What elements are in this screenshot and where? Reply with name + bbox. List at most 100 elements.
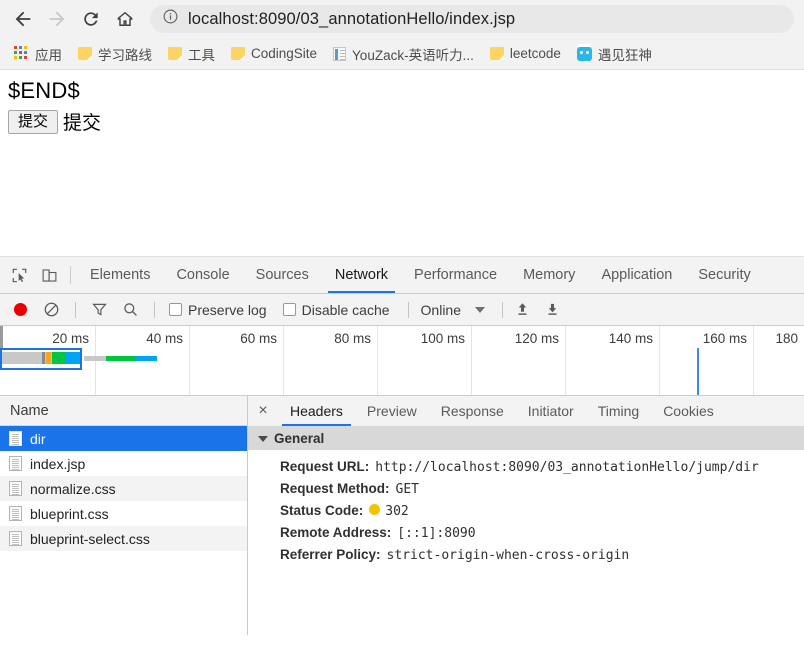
robot-icon — [576, 43, 592, 61]
overview-request-band — [65, 352, 80, 364]
reload-button[interactable] — [74, 2, 108, 36]
tab-performance[interactable]: Performance — [401, 257, 510, 293]
overview-gridline — [283, 326, 284, 395]
close-details-button[interactable]: × — [248, 396, 278, 426]
overview-request-band — [46, 352, 51, 364]
request-list-column-header[interactable]: Name — [0, 396, 247, 426]
browser-toolbar: localhost:8090/03_annotationHello/index.… — [0, 0, 804, 38]
tab-label: Response — [440, 403, 504, 419]
details-tab-initiator[interactable]: Initiator — [516, 396, 586, 426]
bookmark-label: 工具 — [188, 47, 215, 63]
field-referrer-policy: Referrer Policy: strict-origin-when-cros… — [248, 544, 804, 566]
bookmark-label: 遇见狂神 — [597, 47, 652, 63]
tab-security[interactable]: Security — [685, 257, 763, 293]
checkbox-box — [169, 303, 182, 316]
bookmark-folder-study[interactable]: 学习路线 — [72, 42, 158, 66]
tab-label: Timing — [597, 403, 640, 419]
page-viewport: $END$ 提交 提交 — [0, 70, 804, 257]
tab-sources[interactable]: Sources — [243, 257, 322, 293]
dom-content-loaded-marker — [697, 348, 699, 395]
overview-tick-label: 20 ms — [52, 331, 89, 346]
overview-tick-label: 40 ms — [146, 331, 183, 346]
address-bar[interactable]: localhost:8090/03_annotationHello/index.… — [150, 5, 794, 33]
toolbar-divider — [154, 301, 155, 318]
tab-elements[interactable]: Elements — [77, 257, 163, 293]
overview-gridline — [565, 326, 566, 395]
field-request-method: Request Method: GET — [248, 478, 804, 500]
overview-gridline — [189, 326, 190, 395]
folder-icon — [231, 47, 245, 60]
device-toolbar-button[interactable] — [34, 257, 64, 293]
inspect-cursor-icon — [12, 268, 26, 282]
search-button[interactable] — [118, 298, 143, 322]
upload-arrow-icon — [518, 303, 527, 315]
details-tab-preview[interactable]: Preview — [355, 396, 429, 426]
details-tab-headers[interactable]: Headers — [278, 396, 355, 426]
back-button[interactable] — [6, 2, 40, 36]
document-icon — [9, 456, 22, 471]
request-row-blueprint-select-css[interactable]: blueprint-select.css — [0, 526, 247, 551]
request-name: blueprint.css — [30, 505, 109, 522]
network-overview-timeline[interactable]: 20 ms 40 ms 60 ms 80 ms 100 ms 120 ms 14… — [0, 326, 804, 396]
request-row-dir[interactable]: dir — [0, 426, 247, 451]
forward-button[interactable] — [40, 2, 74, 36]
bookmark-youzack[interactable]: YouZack-英语听力... — [327, 42, 480, 66]
field-value: [::1]:8090 — [397, 526, 476, 541]
bookmark-folder-codingsite[interactable]: CodingSite — [225, 42, 323, 66]
general-section-header[interactable]: General — [248, 427, 804, 450]
apps-grid-icon — [14, 46, 29, 61]
details-tab-cookies[interactable]: Cookies — [651, 396, 726, 426]
field-key: Referrer Policy: — [280, 547, 381, 562]
tab-console[interactable]: Console — [163, 257, 242, 293]
bookmark-label: YouZack-英语听力... — [352, 47, 474, 63]
field-key: Request Method: — [280, 481, 390, 496]
request-details-panel: × Headers Preview Response Initiator Tim… — [248, 396, 804, 635]
home-button[interactable] — [108, 2, 142, 36]
bookmark-apps[interactable]: 应用 — [8, 42, 68, 66]
export-har-button[interactable] — [544, 298, 561, 322]
field-remote-address: Remote Address: [::1]:8090 — [248, 522, 804, 544]
tab-label: Application — [601, 267, 673, 283]
overview-request-band — [84, 356, 106, 361]
submit-button[interactable]: 提交 — [8, 109, 59, 134]
bookmark-yujian[interactable]: 遇见狂神 — [571, 42, 658, 66]
field-value: 302 — [385, 504, 409, 519]
chevron-down-icon — [475, 306, 485, 313]
request-row-blueprint-css[interactable]: blueprint.css — [0, 501, 247, 526]
request-name: index.jsp — [30, 455, 86, 472]
info-circle-icon[interactable] — [162, 8, 179, 30]
bookmark-folder-tools[interactable]: 工具 — [162, 42, 221, 66]
clear-icon — [44, 302, 59, 317]
import-har-button[interactable] — [514, 298, 531, 322]
disable-cache-label: Disable cache — [301, 301, 390, 318]
overview-gridline — [471, 326, 472, 395]
preserve-log-checkbox[interactable]: Preserve log — [169, 302, 267, 318]
tab-network[interactable]: Network — [322, 257, 401, 293]
details-tab-timing[interactable]: Timing — [586, 396, 652, 426]
disable-cache-checkbox[interactable]: Disable cache — [282, 301, 390, 318]
document-icon — [9, 506, 22, 521]
bookmark-label: 应用 — [35, 47, 62, 63]
request-row-normalize-css[interactable]: normalize.css — [0, 476, 247, 501]
clear-button[interactable] — [39, 298, 64, 322]
request-name: normalize.css — [30, 480, 116, 497]
details-tab-response[interactable]: Response — [429, 396, 516, 426]
tab-memory[interactable]: Memory — [510, 257, 588, 293]
devtools-tabbar: Elements Console Sources Network Perform… — [0, 257, 804, 294]
page-heading: $END$ — [8, 78, 80, 103]
tab-label: Network — [334, 267, 389, 283]
overview-gridline — [377, 326, 378, 395]
tab-application[interactable]: Application — [588, 257, 685, 293]
overview-request-band — [42, 352, 45, 364]
record-button[interactable] — [9, 298, 33, 322]
filter-button[interactable] — [87, 298, 112, 322]
record-icon — [14, 303, 27, 316]
document-icon — [9, 481, 22, 496]
throttling-select[interactable]: Online — [421, 298, 485, 322]
inspect-element-button[interactable] — [4, 257, 34, 293]
document-icon — [9, 431, 22, 446]
document-icon — [333, 46, 347, 61]
bookmark-folder-leetcode[interactable]: leetcode — [484, 42, 567, 66]
field-key: Request URL: — [280, 459, 370, 474]
request-row-index-jsp[interactable]: index.jsp — [0, 451, 247, 476]
